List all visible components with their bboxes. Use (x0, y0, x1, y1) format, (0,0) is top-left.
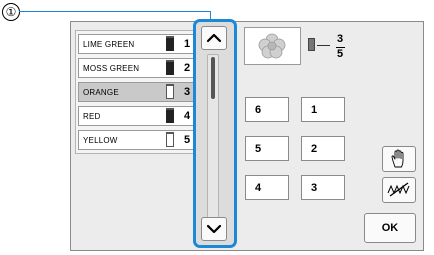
pattern-preview (244, 27, 301, 65)
needle-number: 3 (311, 182, 318, 194)
color-item-lime-green[interactable]: LIME GREEN 1 (78, 34, 194, 54)
needle-button-3[interactable]: 3 (301, 175, 345, 200)
embroidery-pattern-icon (258, 33, 286, 59)
thread-spool-icon (308, 38, 315, 51)
ok-button[interactable]: OK (364, 213, 416, 243)
color-item-label: ORANGE (83, 88, 119, 97)
callout-number: ① (2, 3, 20, 21)
thread-cut-button[interactable] (382, 177, 416, 203)
thread-spool-icon (166, 60, 174, 75)
chevron-up-icon (206, 33, 222, 43)
color-item-label: YELLOW (83, 136, 118, 145)
scroll-track[interactable] (207, 54, 219, 234)
needle-number: 1 (311, 104, 318, 116)
thread-spool-icon (166, 108, 174, 123)
color-item-moss-green[interactable]: MOSS GREEN 2 (78, 58, 194, 78)
needle-button-2[interactable]: 2 (301, 136, 345, 161)
thread-spool-icon (166, 132, 174, 147)
hand-button[interactable] (382, 146, 416, 172)
hand-icon (391, 149, 404, 168)
thread-spool-icon (166, 36, 174, 51)
needle-button-5[interactable]: 5 (245, 136, 289, 161)
color-item-red[interactable]: RED 4 (78, 106, 194, 126)
thread-color-list: LIME GREEN 1 MOSS GREEN 2 ORANGE 3 RED 4… (75, 30, 197, 154)
callout-leader-line (19, 11, 211, 12)
needle-number: 4 (255, 182, 262, 194)
needle-button-1[interactable]: 1 (301, 97, 345, 122)
thread-spool-icon (166, 84, 174, 99)
needle-button-4[interactable]: 4 (245, 175, 289, 200)
color-item-label: RED (83, 112, 101, 121)
current-color-number: 3 (337, 33, 344, 45)
color-item-number: 5 (184, 134, 191, 146)
thread-cut-icon (387, 182, 410, 197)
color-item-number: 4 (184, 110, 191, 122)
needle-button-6[interactable]: 6 (245, 97, 289, 122)
color-item-yellow[interactable]: YELLOW 5 (78, 130, 194, 150)
needle-number: 2 (311, 143, 318, 155)
scroll-up-button[interactable] (201, 26, 227, 50)
needle-number: 6 (255, 104, 262, 116)
color-item-orange[interactable]: ORANGE 3 (78, 82, 194, 102)
color-item-label: MOSS GREEN (83, 64, 140, 73)
color-item-label: LIME GREEN (83, 40, 135, 49)
chevron-down-icon (206, 224, 222, 234)
needle-number: 5 (255, 143, 262, 155)
scroll-down-button[interactable] (201, 217, 227, 241)
color-list-scrollbar[interactable] (193, 19, 237, 248)
scroll-thumb[interactable] (211, 57, 215, 99)
color-item-number: 1 (184, 38, 191, 50)
color-item-number: 2 (184, 62, 191, 74)
color-item-number: 3 (184, 86, 191, 98)
total-color-count: 5 (337, 48, 344, 60)
counter-leader (317, 45, 330, 46)
